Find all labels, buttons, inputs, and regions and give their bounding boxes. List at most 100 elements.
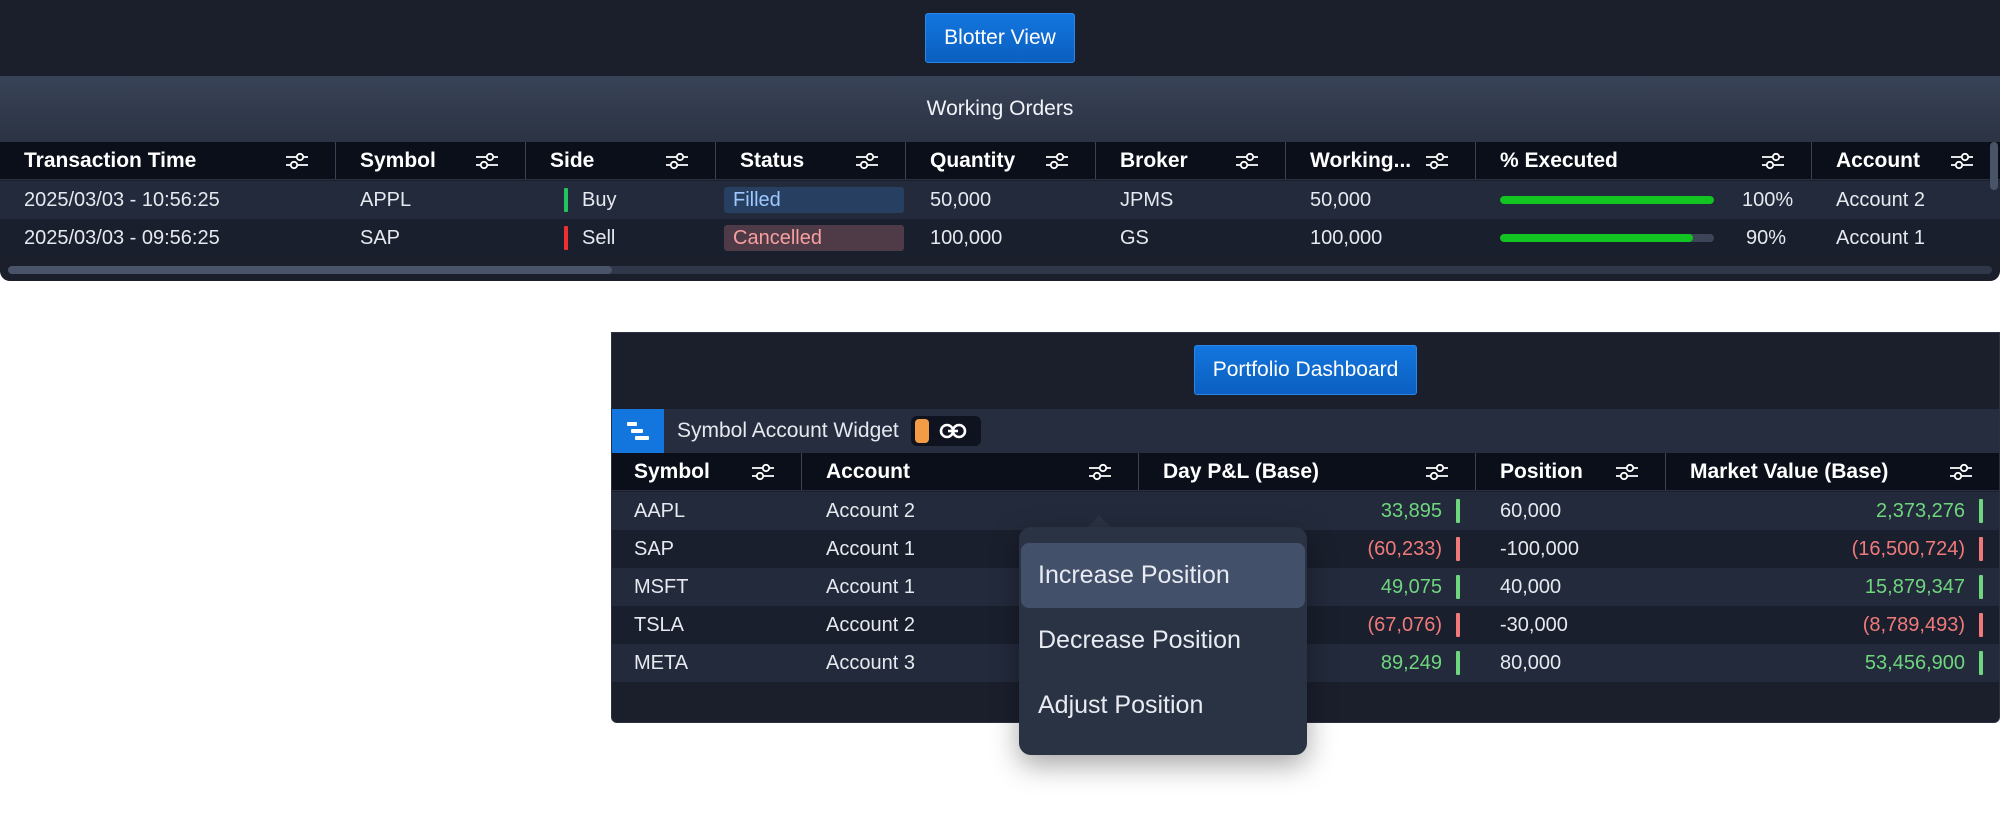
blotter-horizontal-scrollbar[interactable] bbox=[8, 266, 1992, 274]
table-cell: -100,000 bbox=[1476, 530, 1666, 568]
table-row[interactable]: 2025/03/03 - 09:56:25 SAP Sell Cancelled 100… bbox=[0, 219, 2000, 257]
menu-item-adjust-position[interactable]: Adjust Position bbox=[1021, 673, 1305, 738]
column-header[interactable]: Symbol bbox=[336, 142, 526, 179]
table-cell: META bbox=[612, 644, 802, 682]
table-cell: APPL bbox=[336, 181, 526, 219]
table-cell: -30,000 bbox=[1476, 606, 1666, 644]
column-header[interactable]: Day P&L (Base) bbox=[1139, 453, 1476, 490]
symbol: AAPL bbox=[634, 499, 686, 522]
table-cell: 100,000 bbox=[906, 219, 1096, 257]
filter-icon[interactable] bbox=[855, 151, 879, 171]
symbol: APPL bbox=[360, 188, 412, 211]
transaction-time: 2025/03/03 - 09:56:25 bbox=[24, 226, 220, 249]
table-cell: 60,000 bbox=[1476, 492, 1666, 530]
column-header[interactable]: Side bbox=[526, 142, 716, 179]
column-header-label: Symbol bbox=[360, 148, 436, 172]
symbol: MSFT bbox=[634, 575, 689, 598]
filter-icon[interactable] bbox=[665, 151, 689, 171]
column-header[interactable]: % Executed bbox=[1476, 142, 1812, 179]
symbol: META bbox=[634, 651, 689, 674]
column-header[interactable]: Broker bbox=[1096, 142, 1286, 179]
market-value: (8,789,493) bbox=[1862, 613, 1965, 636]
broker: GS bbox=[1120, 226, 1149, 249]
status-badge: Filled bbox=[724, 187, 904, 213]
column-header[interactable]: Position bbox=[1476, 453, 1666, 490]
filter-icon[interactable] bbox=[285, 151, 309, 171]
column-header[interactable]: Symbol bbox=[612, 453, 802, 490]
table-row[interactable]: 2025/03/03 - 10:56:25 APPL Buy Filled 50,000… bbox=[0, 181, 2000, 219]
blotter-view-button[interactable]: Blotter View bbox=[925, 13, 1075, 63]
filter-icon[interactable] bbox=[1045, 151, 1069, 171]
filter-icon[interactable] bbox=[1615, 462, 1639, 482]
blotter-vertical-scrollbar[interactable] bbox=[1990, 142, 1998, 190]
column-header[interactable]: Status bbox=[716, 142, 906, 179]
pnl-indicator bbox=[1456, 499, 1460, 523]
portfolio-topbar: Portfolio Dashboard bbox=[612, 345, 1999, 395]
column-header-label: Side bbox=[550, 148, 595, 172]
executed-progress-bar bbox=[1500, 196, 1714, 204]
menu-item-decrease-position[interactable]: Decrease Position bbox=[1021, 608, 1305, 673]
column-header[interactable]: Quantity bbox=[906, 142, 1096, 179]
table-cell: 100,000 bbox=[1286, 219, 1476, 257]
table-cell: MSFT bbox=[612, 568, 802, 606]
context-menu: Increase Position Decrease Position Adjust… bbox=[1019, 527, 1307, 755]
table-cell: SAP bbox=[612, 530, 802, 568]
day-pnl: 33,895 bbox=[1380, 499, 1442, 522]
blotter-topbar: Blotter View bbox=[0, 13, 2000, 63]
market-value: 2,373,276 bbox=[1876, 499, 1965, 522]
filter-icon[interactable] bbox=[475, 151, 499, 171]
column-header-label: Day P&L (Base) bbox=[1163, 459, 1320, 483]
table-cell: 33,895 bbox=[1139, 492, 1476, 530]
table-cell: Filled bbox=[716, 181, 906, 219]
working-quantity: 50,000 bbox=[1310, 188, 1372, 211]
filter-icon[interactable] bbox=[1235, 151, 1259, 171]
position: 40,000 bbox=[1500, 575, 1562, 598]
position: 60,000 bbox=[1500, 499, 1562, 522]
working-orders-title: Working Orders bbox=[0, 76, 2000, 142]
stack-icon[interactable] bbox=[612, 409, 664, 453]
pnl-indicator bbox=[1456, 613, 1460, 637]
portfolio-grid-header: Symbol Account Day P&L (Base) Position Marke… bbox=[612, 453, 1999, 491]
column-header[interactable]: Account bbox=[802, 453, 1139, 490]
column-header[interactable]: Working... bbox=[1286, 142, 1476, 179]
column-header[interactable]: Account bbox=[1812, 142, 2000, 179]
menu-item-increase-position[interactable]: Increase Position bbox=[1021, 543, 1305, 608]
table-cell: Buy bbox=[526, 181, 716, 219]
column-header[interactable]: Transaction Time bbox=[0, 142, 336, 179]
status-badge: Cancelled bbox=[724, 225, 904, 251]
column-header[interactable]: Market Value (Base) bbox=[1666, 453, 1999, 490]
column-header-label: Account bbox=[826, 459, 910, 483]
filter-icon[interactable] bbox=[1088, 462, 1112, 482]
filter-icon[interactable] bbox=[1425, 462, 1449, 482]
column-header-label: Working... bbox=[1310, 148, 1412, 172]
table-cell: Sell bbox=[526, 219, 716, 257]
table-cell: 15,879,347 bbox=[1666, 568, 1999, 606]
scrollbar-thumb[interactable] bbox=[8, 266, 612, 274]
filter-icon[interactable] bbox=[1949, 462, 1973, 482]
pnl-indicator bbox=[1456, 651, 1460, 675]
symbol: SAP bbox=[360, 226, 401, 249]
filter-icon[interactable] bbox=[1761, 151, 1785, 171]
link-toggle[interactable] bbox=[910, 416, 981, 446]
link-icon bbox=[939, 423, 967, 439]
filter-icon[interactable] bbox=[1425, 151, 1449, 171]
link-toggle-knob bbox=[914, 419, 929, 443]
table-cell: SAP bbox=[336, 219, 526, 257]
symbol: TSLA bbox=[634, 613, 685, 636]
column-header-label: Broker bbox=[1120, 148, 1188, 172]
day-pnl: 49,075 bbox=[1380, 575, 1442, 598]
table-cell: Account 2 bbox=[1812, 181, 2000, 219]
table-row[interactable]: AAPL Account 2 33,895 60,000 2,373,276 bbox=[612, 492, 1999, 530]
portfolio-dashboard-button[interactable]: Portfolio Dashboard bbox=[1193, 345, 1418, 395]
filter-icon[interactable] bbox=[751, 462, 775, 482]
widget-toolbar: Symbol Account Widget bbox=[612, 409, 1999, 453]
filter-icon[interactable] bbox=[1950, 151, 1974, 171]
position: 80,000 bbox=[1500, 651, 1562, 674]
column-header-label: Account bbox=[1836, 148, 1920, 172]
column-header-label: Position bbox=[1500, 459, 1583, 483]
market-value-indicator bbox=[1979, 651, 1983, 675]
account: Account 1 bbox=[826, 575, 915, 598]
table-cell: (8,789,493) bbox=[1666, 606, 1999, 644]
table-cell: 2025/03/03 - 10:56:25 bbox=[0, 181, 336, 219]
blotter-grid-header: Transaction Time Symbol Side Status Quantity… bbox=[0, 142, 2000, 180]
